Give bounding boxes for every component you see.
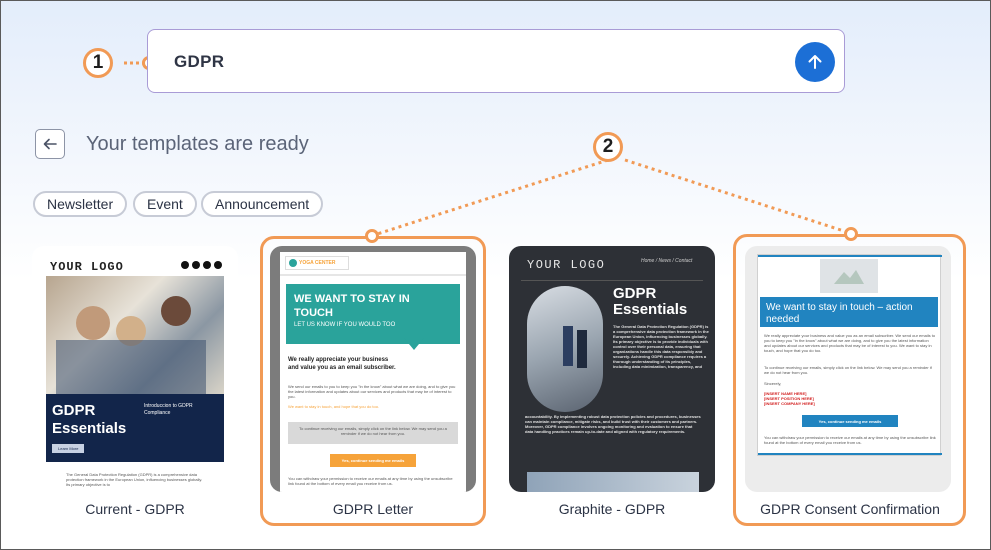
template-body: The General Data Protection Regulation (… — [66, 472, 203, 487]
template-title: GDPR Essentials — [52, 402, 127, 437]
filter-chip-announcement[interactable]: Announcement — [201, 191, 324, 217]
yoga-confirm-button: Yes, continue sending me emails — [330, 454, 416, 467]
image-placeholder-icon — [820, 259, 878, 293]
yoga-brand-text: YOGA CENTER — [299, 260, 336, 266]
graphite-photo — [527, 286, 603, 412]
graphite-image-strip — [527, 472, 699, 492]
arrow-left-icon — [43, 138, 57, 150]
consent-banner-title: We want to stay in touch – action needed — [766, 302, 913, 325]
consent-sincerely: Sincerely, — [764, 381, 782, 386]
page-heading: Your templates are ready — [86, 133, 309, 155]
template-label-graphite-gdpr: Graphite - GDPR — [558, 501, 666, 517]
consent-footer: You can withdraw your permission to rece… — [764, 435, 936, 445]
yoga-banner-subtitle: LET US KNOW IF YOU WOULD TOO — [294, 322, 396, 328]
yoga-body: We send our emails to you to keep you "i… — [288, 384, 456, 399]
graphite-nav: Home / News / Contact — [641, 258, 693, 264]
social-icon — [181, 261, 189, 269]
template-label-current-gdpr: Current - GDPR — [85, 501, 185, 517]
template-label-gdpr-letter: GDPR Letter — [332, 501, 414, 517]
consent-confirm-button: Yes, continue sending me emails — [802, 415, 898, 427]
graphite-title: GDPR Essentials — [613, 285, 688, 318]
filter-chip-event[interactable]: Event — [133, 191, 197, 217]
yoga-footer: You can withdraw your permission to rece… — [288, 476, 453, 486]
yoga-figure-icon — [289, 259, 297, 267]
callout-2-anchor-right — [844, 227, 858, 241]
learn-more-button: Learn More — [52, 444, 85, 453]
yoga-gray-box: To continue receiving our emails, simply… — [288, 422, 458, 444]
consent-banner: We want to stay in touch – action needed — [760, 297, 938, 327]
submit-button[interactable] — [795, 42, 835, 82]
template-card-current-gdpr[interactable]: YOUR LOGO GDPR Essentials Introduccion t… — [32, 246, 238, 492]
graphite-intro: The General Data Protection Regulation (… — [613, 324, 709, 369]
callout-2-anchor-left — [365, 229, 379, 243]
arrow-up-icon — [808, 55, 822, 69]
back-button[interactable] — [35, 129, 65, 159]
social-icons — [181, 261, 222, 269]
office-photo — [46, 276, 224, 394]
callout-2-marker: 2 — [593, 132, 623, 162]
yoga-banner: WE WANT TO STAY IN TOUCH LET US KNOW IF … — [286, 284, 460, 350]
yoga-logo: YOGA CENTER — [285, 256, 349, 270]
callout-1-marker: 1 — [83, 48, 113, 78]
yoga-banner-title: WE WANT TO STAY IN TOUCH — [294, 293, 410, 319]
template-card-gdpr-consent[interactable]: We want to stay in touch – action needed… — [745, 246, 951, 492]
graphite-logo: YOUR LOGO — [527, 258, 606, 272]
graphite-body: accountability. By implementing robust d… — [525, 414, 701, 434]
prompt-input[interactable]: GDPR — [147, 29, 845, 93]
template-logo: YOUR LOGO — [50, 260, 124, 274]
prompt-input-value: GDPR — [174, 52, 225, 71]
yoga-orange-line: We want to stay in touch, and hope that … — [288, 404, 380, 409]
yoga-intro: We really appreciate your business and v… — [288, 357, 396, 371]
social-icon — [192, 261, 200, 269]
filter-chip-newsletter[interactable]: Newsletter — [33, 191, 128, 217]
template-label-gdpr-consent: GDPR Consent Confirmation — [760, 501, 940, 517]
consent-paragraph-1: We really appreciate your business and v… — [764, 333, 936, 353]
social-icon — [214, 261, 222, 269]
consent-paragraph-2: To continue receiving our emails, simply… — [764, 365, 932, 375]
template-card-graphite-gdpr[interactable]: YOUR LOGO Home / News / Contact GDPR Ess… — [509, 246, 715, 492]
template-card-gdpr-letter[interactable]: YOGA CENTER WE WANT TO STAY IN TOUCH LET… — [270, 246, 476, 492]
social-icon — [203, 261, 211, 269]
consent-insert-company: [INSERT COMPANY HERE] — [764, 401, 815, 406]
hero-block: GDPR Essentials Introduccion to GDPR Com… — [46, 394, 224, 462]
template-side-text: Introduccion to GDPR Compliance — [144, 403, 193, 416]
